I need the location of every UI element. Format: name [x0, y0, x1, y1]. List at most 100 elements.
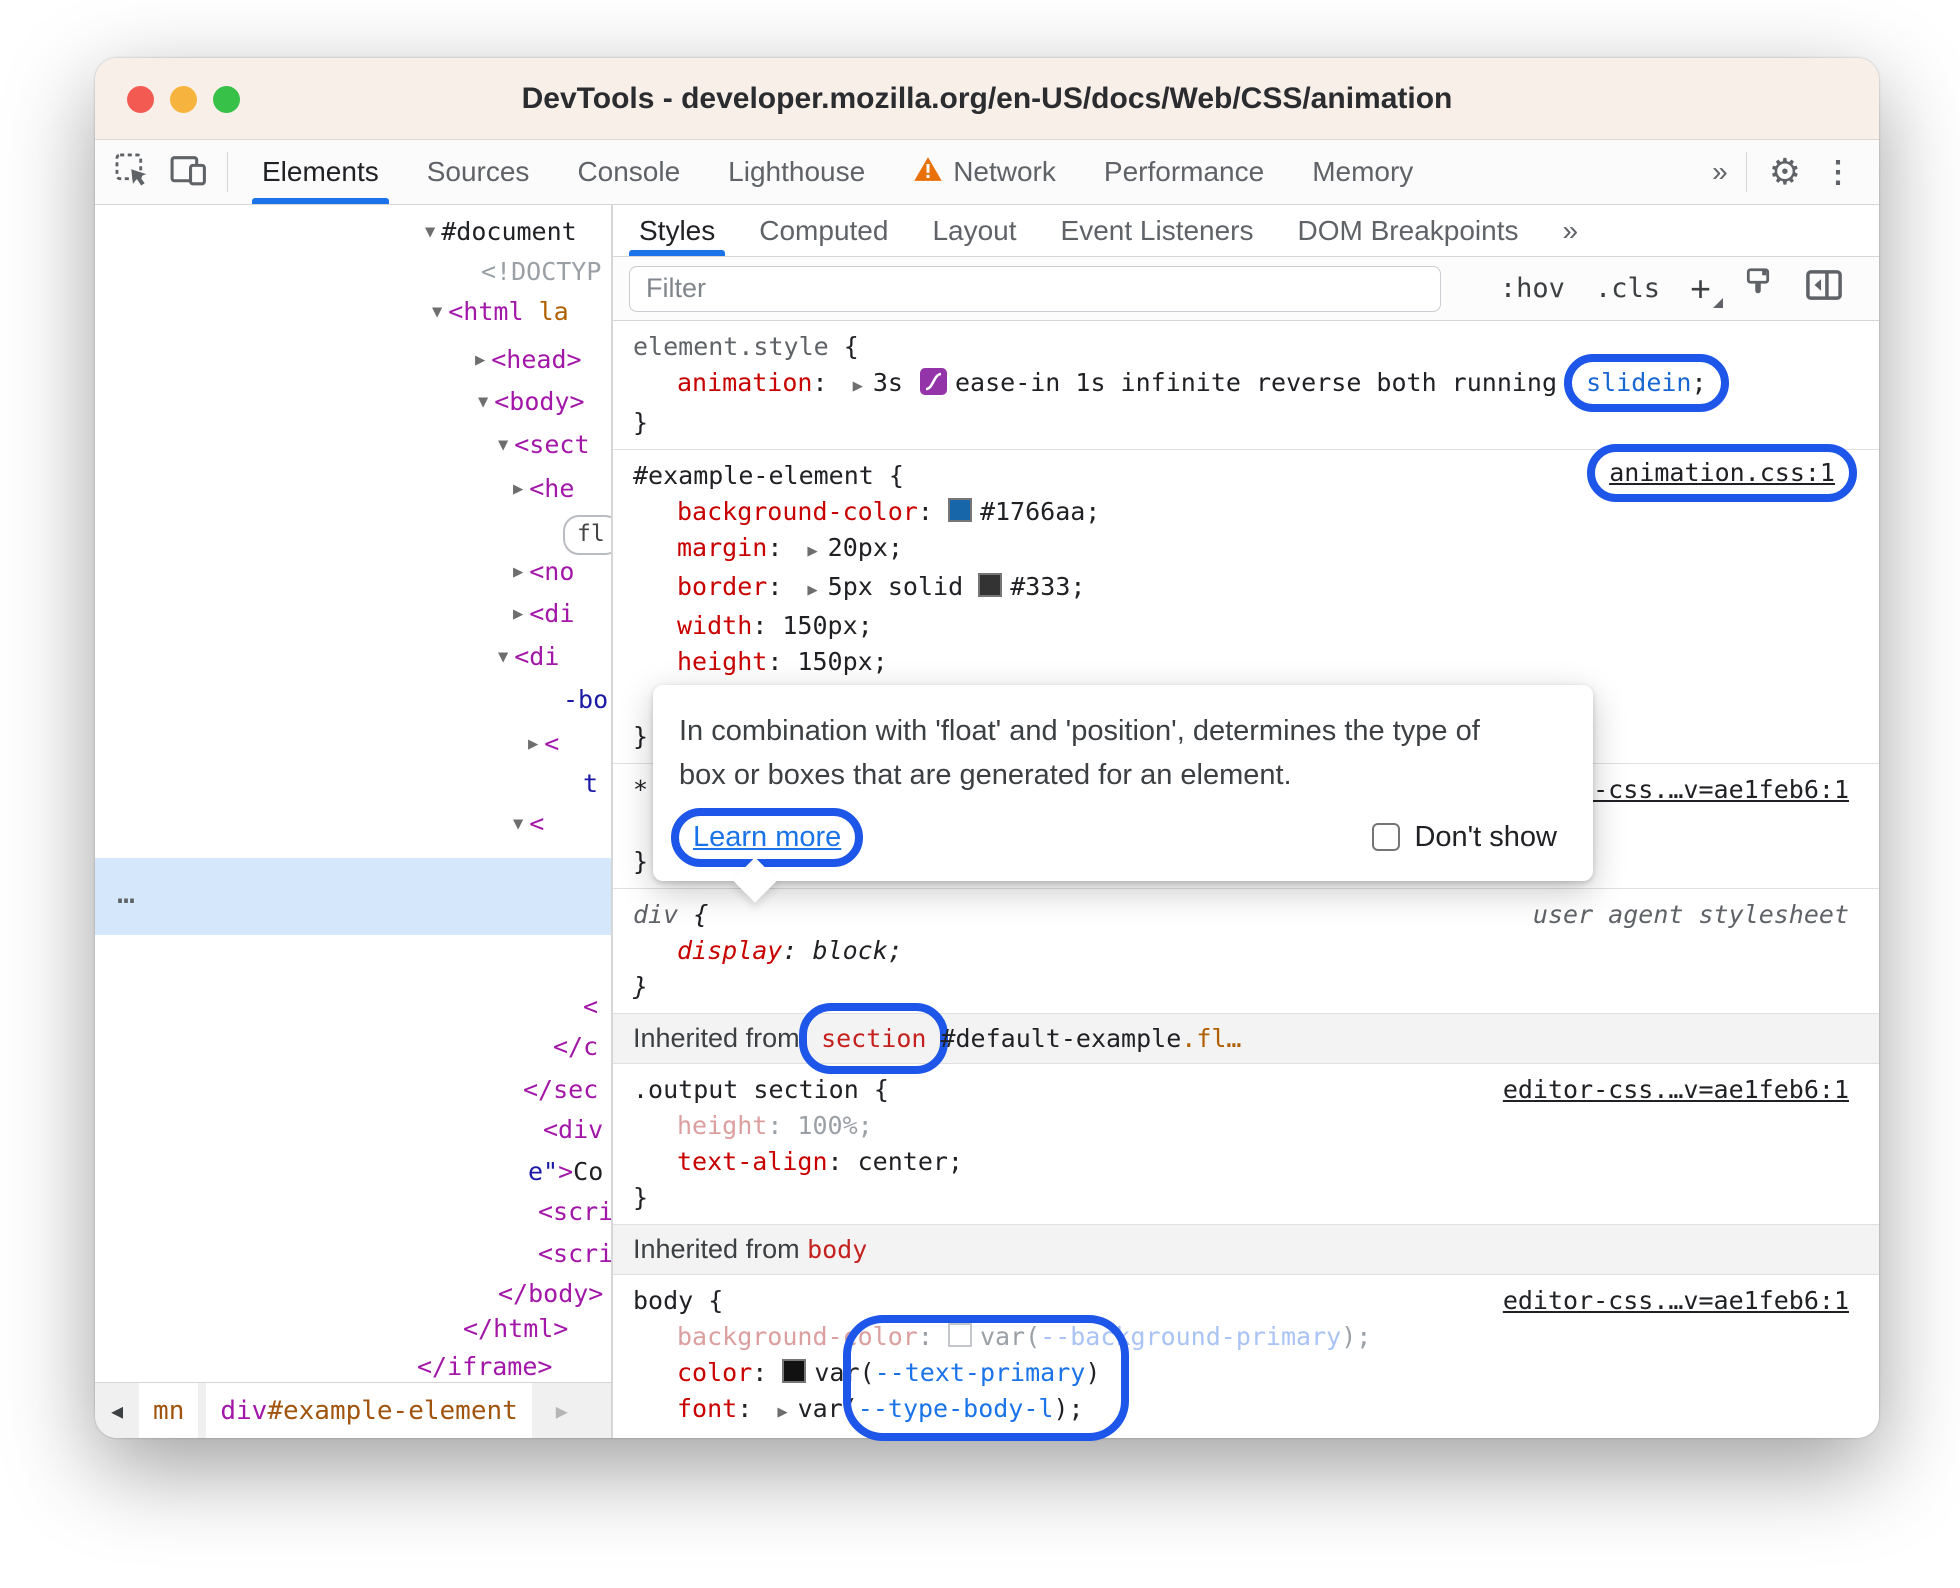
flex-badge[interactable]: fl	[563, 515, 611, 555]
ellipsis-expand-button[interactable]: …	[117, 876, 139, 911]
stylesheet-link[interactable]: editor-css.…v=ae1feb6:1	[1503, 1283, 1849, 1319]
tree-row[interactable]: ▶ <no	[513, 555, 574, 589]
new-style-rule-button[interactable]: +	[1690, 268, 1724, 310]
rule-output-section[interactable]: editor-css.…v=ae1feb6:1 .output section …	[613, 1064, 1879, 1225]
rule-body[interactable]: editor-css.…v=ae1feb6:1 body { backgroun…	[613, 1275, 1879, 1438]
twisty-collapsed-icon[interactable]: ▶	[513, 604, 523, 624]
more-sidebar-tabs-icon[interactable]: »	[1540, 205, 1596, 256]
tree-row[interactable]: ▼ <body>	[478, 385, 585, 419]
tree-row[interactable]: </body>	[498, 1277, 603, 1311]
twisty-expanded-icon[interactable]: ▼	[498, 647, 508, 667]
shorthand-expand-icon[interactable]: ▶	[807, 541, 817, 561]
zoom-window-button[interactable]	[213, 86, 240, 113]
tree-row[interactable]: ▶ <head>	[475, 343, 582, 377]
tree-row[interactable]: ▼ <	[513, 807, 544, 841]
tab-styles[interactable]: Styles	[617, 205, 737, 257]
inspect-element-icon[interactable]	[113, 151, 151, 194]
traffic-lights	[127, 86, 240, 113]
twisty-collapsed-icon[interactable]: ▶	[475, 350, 485, 370]
stylesheet-link[interactable]: editor-css.…v=ae1feb6:1	[1503, 1072, 1849, 1108]
tab-dom-breakpoints[interactable]: DOM Breakpoints	[1276, 205, 1541, 256]
rule-element-style[interactable]: element.style { animation: ▶ 3s ease-in 1…	[613, 321, 1879, 450]
tree-row[interactable]: ▼ #document	[425, 215, 577, 249]
tree-row[interactable]: t	[583, 767, 598, 801]
elements-panel: ▼ #document <!DOCTYP ▼ <html la ▶ <head> ▼ <…	[95, 205, 1879, 1441]
breadcrumb-forward-icon[interactable]: ▶	[540, 1383, 584, 1438]
color-swatch[interactable]	[978, 573, 1003, 597]
device-toolbar-icon[interactable]	[169, 151, 209, 194]
minimize-window-button[interactable]	[170, 86, 197, 113]
kebab-menu-icon[interactable]: ⋮	[1823, 155, 1853, 190]
tree-row[interactable]: -bo	[563, 683, 608, 717]
tree-row[interactable]: <	[583, 990, 598, 1024]
twisty-expanded-icon[interactable]: ▼	[498, 435, 508, 455]
tree-row[interactable]: </html>	[463, 1312, 568, 1346]
tree-row[interactable]: ▼ <sect	[498, 428, 590, 462]
tab-computed[interactable]: Computed	[737, 205, 910, 256]
tab-memory[interactable]: Memory	[1288, 140, 1437, 204]
tree-row[interactable]: ▶ <di	[513, 597, 574, 631]
class-toggle[interactable]: .cls	[1595, 273, 1660, 304]
collapse-panel-icon[interactable]	[1805, 267, 1843, 310]
tab-layout[interactable]: Layout	[910, 205, 1038, 256]
styles-filter-input[interactable]	[629, 265, 1441, 312]
twisty-expanded-icon[interactable]: ▼	[425, 222, 435, 242]
tree-row[interactable]: <scri	[538, 1195, 611, 1229]
annotation-oval-animation-css: animation.css:1	[1587, 444, 1857, 502]
display-property-tooltip: In combination with 'float' and 'positio…	[653, 685, 1593, 881]
twisty-collapsed-icon[interactable]: ▶	[513, 562, 523, 582]
tab-elements[interactable]: Elements	[238, 140, 403, 204]
twisty-collapsed-icon[interactable]: ▶	[528, 734, 538, 754]
tree-row[interactable]: <scri	[538, 1237, 611, 1271]
twisty-expanded-icon[interactable]: ▼	[513, 814, 523, 834]
annotation-oval-slidein: slidein;	[1564, 354, 1729, 412]
twisty-expanded-icon[interactable]: ▼	[478, 392, 488, 412]
rule-div-user-agent[interactable]: user agent stylesheet div { display: blo…	[613, 889, 1879, 1014]
pseudo-state-toggle[interactable]: :hov	[1500, 273, 1565, 304]
selected-tree-row[interactable]: …	[95, 858, 611, 935]
shorthand-expand-icon[interactable]: ▶	[807, 580, 817, 600]
breadcrumb-item-current[interactable]: div #example-element	[206, 1383, 532, 1438]
color-swatch[interactable]	[782, 1359, 807, 1383]
breadcrumb-bar: ◀ mn div #example-element ▶	[95, 1382, 611, 1438]
sidebar-tabs: Styles Computed Layout Event Listeners D…	[613, 205, 1879, 258]
tree-row[interactable]: <!DOCTYP	[481, 255, 601, 289]
tree-row[interactable]: </sec	[523, 1073, 598, 1107]
shorthand-expand-icon[interactable]: ▶	[853, 376, 863, 396]
rendering-brush-icon[interactable]	[1741, 267, 1775, 310]
bezier-editor-icon[interactable]	[919, 368, 947, 405]
tab-performance[interactable]: Performance	[1080, 140, 1288, 204]
color-swatch[interactable]	[947, 498, 972, 522]
tab-lighthouse[interactable]: Lighthouse	[704, 140, 889, 204]
warning-icon	[913, 155, 943, 190]
tab-network[interactable]: Network	[889, 140, 1080, 204]
tree-row[interactable]: ▼ <html la	[432, 295, 569, 329]
inherited-node-link[interactable]: section	[821, 1024, 926, 1053]
inherited-node-link[interactable]: body	[807, 1235, 867, 1264]
keyframes-link[interactable]: slidein	[1586, 368, 1691, 397]
tab-sources[interactable]: Sources	[403, 140, 554, 204]
shorthand-expand-icon[interactable]: ▶	[777, 1402, 787, 1422]
stylesheet-link[interactable]: animation.css:1	[1609, 458, 1835, 487]
tab-event-listeners[interactable]: Event Listeners	[1039, 205, 1276, 256]
dont-show-checkbox[interactable]	[1372, 823, 1401, 851]
breadcrumb-item-prev[interactable]: mn	[139, 1383, 199, 1438]
tab-console[interactable]: Console	[553, 140, 704, 204]
close-window-button[interactable]	[127, 86, 154, 113]
tree-row[interactable]: </c	[553, 1030, 598, 1064]
dom-tree[interactable]: ▼ #document <!DOCTYP ▼ <html la ▶ <head> ▼ <…	[95, 205, 611, 1382]
tree-row[interactable]: <div	[543, 1113, 603, 1147]
twisty-expanded-icon[interactable]: ▼	[432, 302, 442, 322]
breadcrumb-back-icon[interactable]: ◀	[95, 1383, 139, 1438]
more-tabs-icon[interactable]: »	[1712, 156, 1727, 188]
tree-row[interactable]: fl	[563, 515, 611, 555]
learn-more-link[interactable]: Learn more	[693, 821, 841, 853]
tree-row[interactable]: ▼ <di	[498, 640, 559, 674]
inherited-from-section-header: Inherited from section #default-example.f…	[613, 1003, 1879, 1074]
tree-row[interactable]: e">Co	[528, 1155, 603, 1189]
tree-row[interactable]: ▶ <	[528, 727, 559, 761]
twisty-collapsed-icon[interactable]: ▶	[513, 479, 523, 499]
settings-gear-icon[interactable]: ⚙	[1769, 154, 1801, 190]
tree-row[interactable]: </iframe>	[417, 1350, 552, 1382]
tree-row[interactable]: ▶ <he	[513, 472, 574, 506]
